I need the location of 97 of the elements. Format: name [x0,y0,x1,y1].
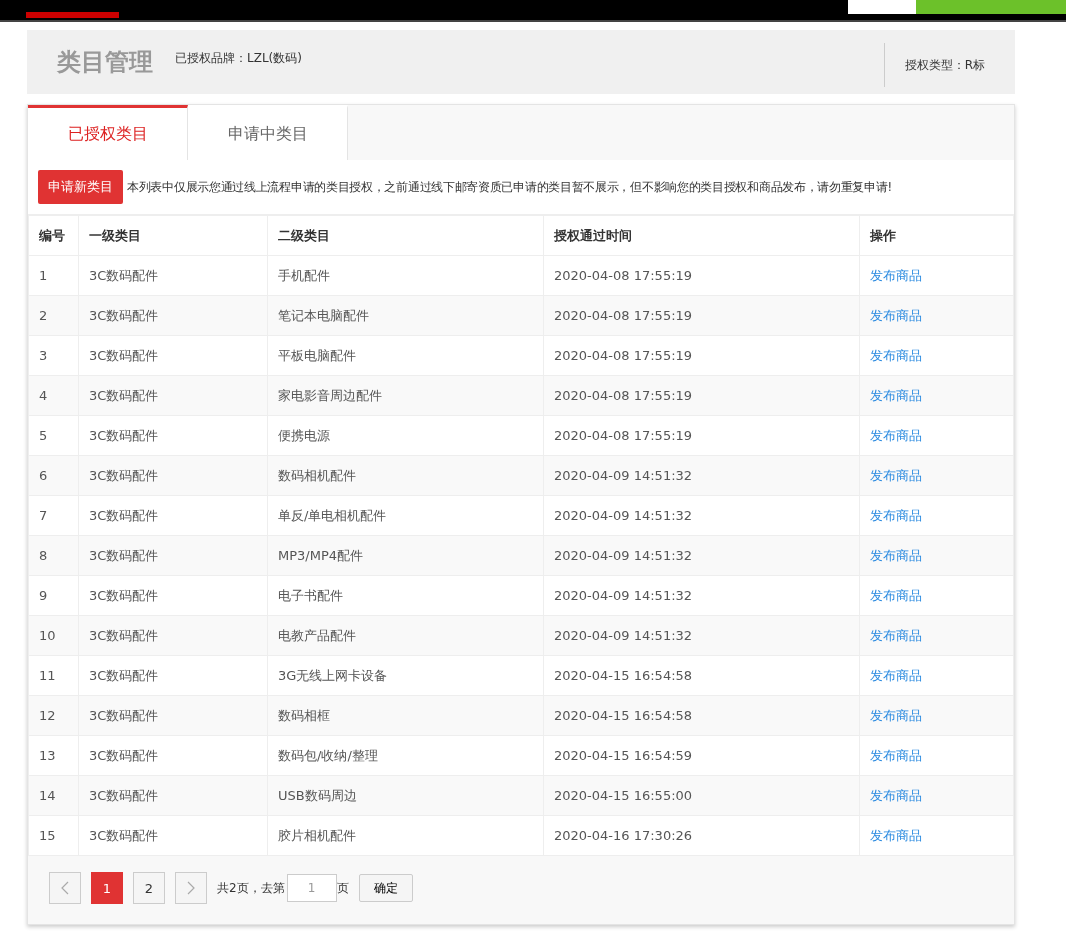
table-cell: 2020-04-15 16:54:58 [543,695,860,736]
table-cell: 3C数码配件 [78,655,268,696]
table-cell: 2020-04-09 14:51:32 [543,535,860,576]
table-cell: 2020-04-15 16:54:59 [543,735,860,776]
table-cell: 3C数码配件 [78,695,268,736]
table-cell: 8 [28,535,79,576]
table-cell: 2020-04-08 17:55:19 [543,295,860,336]
table-cell: 3C数码配件 [78,815,268,856]
table-cell: 9 [28,575,79,616]
table-cell: 数码包/收纳/整理 [267,735,544,776]
publish-product-link[interactable]: 发布商品 [870,547,922,563]
table-cell: 数码相框 [267,695,544,736]
table-cell: 笔记本电脑配件 [267,295,544,336]
table-cell: 胶片相机配件 [267,815,544,856]
table-cell: 4 [28,375,79,416]
table-cell: USB数码周边 [267,775,544,816]
table-cell: 3C数码配件 [78,535,268,576]
column-header: 授权通过时间 [543,215,860,256]
publish-product-link[interactable]: 发布商品 [870,347,922,363]
table-cell: 5 [28,415,79,456]
table-cell: 便携电源 [267,415,544,456]
page-button[interactable]: 2 [133,872,165,904]
publish-product-link[interactable]: 发布商品 [870,707,922,723]
category-tab[interactable]: 申请中类目 [188,105,348,160]
column-header: 一级类目 [78,215,268,256]
table-cell: 3C数码配件 [78,495,268,536]
table-cell: 3G无线上网卡设备 [267,655,544,696]
column-header: 二级类目 [267,215,544,256]
table-cell: 2020-04-15 16:55:00 [543,775,860,816]
table-cell: 3C数码配件 [78,455,268,496]
table-cell: 12 [28,695,79,736]
table-cell: 2020-04-09 14:51:32 [543,455,860,496]
table-cell: 电教产品配件 [267,615,544,656]
table-cell: 3C数码配件 [78,735,268,776]
table-cell: 3C数码配件 [78,775,268,816]
publish-product-link[interactable]: 发布商品 [870,627,922,643]
table-cell: 6 [28,455,79,496]
table-cell: 2020-04-08 17:55:19 [543,255,860,296]
table-cell: 2020-04-09 14:51:32 [543,575,860,616]
page-number-input[interactable]: 1 [286,874,337,902]
authorization-type: 授权类型：R标 [883,43,1015,87]
table-cell: 2020-04-09 14:51:32 [543,615,860,656]
publish-product-link[interactable]: 发布商品 [870,667,922,683]
table-cell: 2020-04-08 17:55:19 [543,375,860,416]
apply-new-category-button[interactable]: 申请新类目 [38,170,123,204]
table-cell: 3C数码配件 [78,255,268,296]
notice-text: 本列表中仅展示您通过线上流程申请的类目授权，之前通过线下邮寄资质已申请的类目暂不展示，但不影响您的类目授权和商品发布，请勿重复申请! [127,179,892,195]
table-cell: 10 [28,615,79,656]
publish-product-link[interactable]: 发布商品 [870,387,922,403]
table-cell: MP3/MP4配件 [267,535,544,576]
table-cell: 3 [28,335,79,376]
column-header: 编号 [28,215,79,256]
page-summary: 共2页，去第 [217,879,285,897]
publish-product-link[interactable]: 发布商品 [870,827,922,843]
table-cell: 单反/单电相机配件 [267,495,544,536]
table-cell: 2020-04-09 14:51:32 [543,495,860,536]
table-cell: 平板电脑配件 [267,335,544,376]
publish-product-link[interactable]: 发布商品 [870,467,922,483]
column-header: 操作 [859,215,1014,256]
publish-product-link[interactable]: 发布商品 [870,787,922,803]
chevron-right-icon [187,881,195,895]
table-cell: 15 [28,815,79,856]
table-cell: 电子书配件 [267,575,544,616]
table-cell: 2020-04-15 16:54:58 [543,655,860,696]
table-cell: 3C数码配件 [78,335,268,376]
page-title: 类目管理 [57,47,153,78]
table-cell: 数码相机配件 [267,455,544,496]
table-cell: 3C数码配件 [78,295,268,336]
table-cell: 3C数码配件 [78,375,268,416]
table-cell: 3C数码配件 [78,415,268,456]
publish-product-link[interactable]: 发布商品 [870,267,922,283]
table-cell: 2020-04-08 17:55:19 [543,335,860,376]
chevron-left-icon [61,881,69,895]
table-cell: 7 [28,495,79,536]
publish-product-link[interactable]: 发布商品 [870,587,922,603]
page-suffix: 页 [336,879,349,897]
publish-product-link[interactable]: 发布商品 [870,747,922,763]
category-tab[interactable]: 已授权类目 [28,105,188,160]
table-cell: 3C数码配件 [78,575,268,616]
table-cell: 3C数码配件 [78,615,268,656]
publish-product-link[interactable]: 发布商品 [870,427,922,443]
authorized-brand: 已授权品牌：LZL(数码) [175,50,303,67]
table-cell: 13 [28,735,79,776]
table-cell: 14 [28,775,79,816]
table-cell: 11 [28,655,79,696]
table-cell: 1 [28,255,79,296]
publish-product-link[interactable]: 发布商品 [870,507,922,523]
page-button[interactable]: 1 [91,872,123,904]
confirm-button[interactable]: 确定 [358,874,413,902]
publish-product-link[interactable]: 发布商品 [870,307,922,323]
table-cell: 2 [28,295,79,336]
table-cell: 2020-04-16 17:30:26 [543,815,860,856]
table-cell: 2020-04-08 17:55:19 [543,415,860,456]
table-cell: 家电影音周边配件 [267,375,544,416]
table-cell: 手机配件 [267,255,544,296]
previous-page-button[interactable] [49,872,81,904]
next-page-button[interactable] [175,872,207,904]
